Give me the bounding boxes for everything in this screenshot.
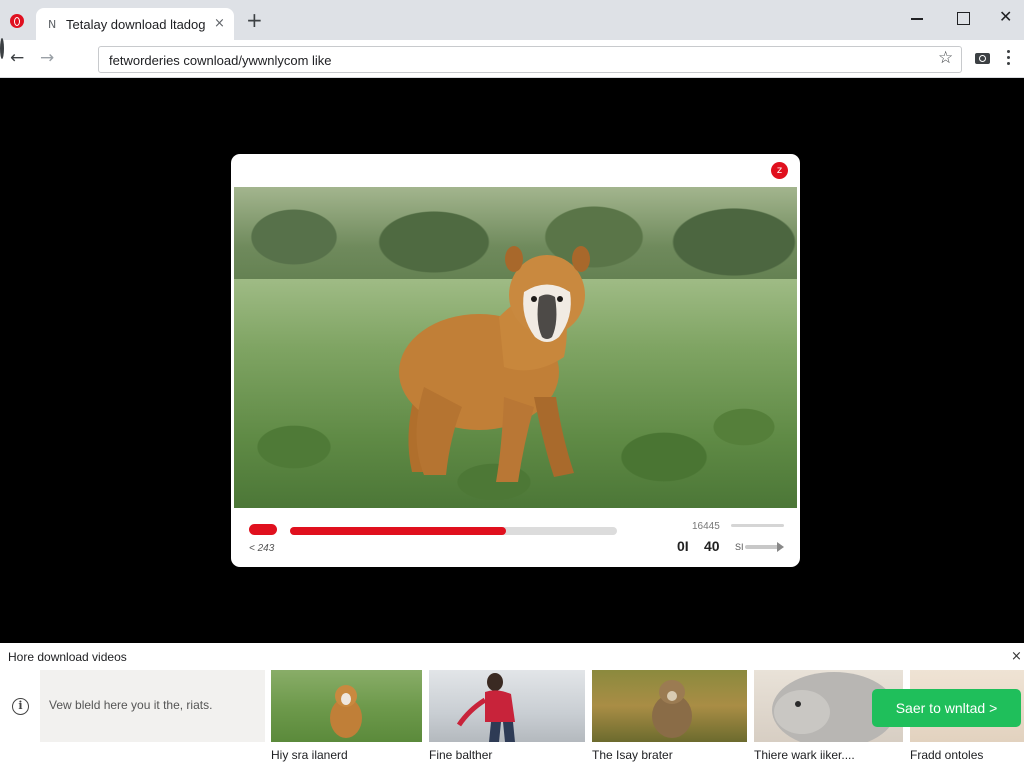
download-cta-button[interactable]: Saer to wnltad > — [872, 689, 1021, 727]
reload-icon[interactable] — [0, 38, 4, 59]
download-bar-title: Hore download videos — [8, 650, 127, 664]
animal-figure — [399, 246, 590, 482]
download-bar-close-icon[interactable]: × — [1011, 649, 1022, 664]
address-bar[interactable]: fetworderies cownload/ywwnlycom like — [98, 46, 962, 73]
tab-close-icon[interactable]: × — [214, 16, 225, 31]
window-minimize-icon[interactable] — [908, 9, 928, 29]
player-close-icon[interactable]: z — [771, 162, 788, 179]
video-player-modal: z < 243 16445 0I 40 SI — [231, 154, 800, 567]
tab-favicon-icon: N — [48, 18, 57, 31]
counter-secondary: 40 — [704, 538, 720, 554]
back-arrow-icon[interactable]: ← — [10, 49, 24, 67]
window-maximize-icon[interactable] — [953, 9, 973, 29]
progress-indicator[interactable] — [249, 524, 277, 535]
info-icon[interactable]: i — [12, 698, 29, 715]
url-text[interactable]: fetworderies cownload/ywwnlycom like — [109, 53, 332, 68]
quality-label: SI — [735, 542, 744, 552]
forward-arrow-icon[interactable]: → — [40, 49, 54, 67]
progress-fill — [290, 527, 506, 535]
time-readout: < 243 — [249, 543, 275, 554]
video-thumbnail-1[interactable] — [271, 670, 422, 742]
app-logo-icon[interactable] — [10, 14, 24, 28]
thumbnail-caption-2[interactable]: Fine balther — [429, 748, 492, 762]
tab-active[interactable]: N Tetalay download ltadog × — [36, 8, 234, 40]
download-suggestion-bar: Hore download videos × i Vew bleld here … — [0, 643, 1024, 768]
counter-primary: 0I — [677, 538, 689, 554]
thumbnail-caption-1[interactable]: Hiy sra ilanerd — [271, 748, 348, 762]
view-count: 16445 — [692, 521, 720, 532]
progress-bar[interactable] — [290, 527, 617, 535]
volume-track[interactable] — [731, 524, 784, 527]
video-thumbnail-2[interactable] — [429, 670, 585, 742]
tab-strip: N Tetalay download ltadog × + ✕ — [0, 0, 1024, 40]
seek-arrow-slider[interactable] — [745, 542, 784, 552]
thumbnail-animal-3 — [652, 680, 692, 738]
tab-title: Tetalay download ltadog — [66, 17, 206, 32]
camera-icon[interactable] — [975, 53, 990, 64]
bookmark-star-icon[interactable]: ☆ — [938, 48, 953, 68]
thumbnail-caption-3[interactable]: The Isay brater — [592, 748, 673, 762]
thumbnail-animal-1 — [330, 685, 362, 738]
thumbnail-caption-4[interactable]: Thiere wark iiker.... — [754, 748, 855, 762]
window-close-icon[interactable]: ✕ — [999, 9, 1019, 29]
video-frame[interactable] — [234, 187, 797, 508]
video-thumbnail-3[interactable] — [592, 670, 747, 742]
new-tab-plus-icon[interactable]: + — [246, 10, 263, 30]
info-text: Vew bleld here you it the, riats. — [49, 698, 213, 712]
info-box: Vew bleld here you it the, riats. — [40, 670, 265, 742]
kebab-menu-icon[interactable] — [1007, 50, 1011, 66]
thumbnail-person — [456, 673, 515, 742]
browser-toolbar: ← → fetworderies cownload/ywwnlycom like — [0, 38, 1024, 78]
thumbnail-caption-5[interactable]: Fradd ontoles — [910, 748, 983, 762]
